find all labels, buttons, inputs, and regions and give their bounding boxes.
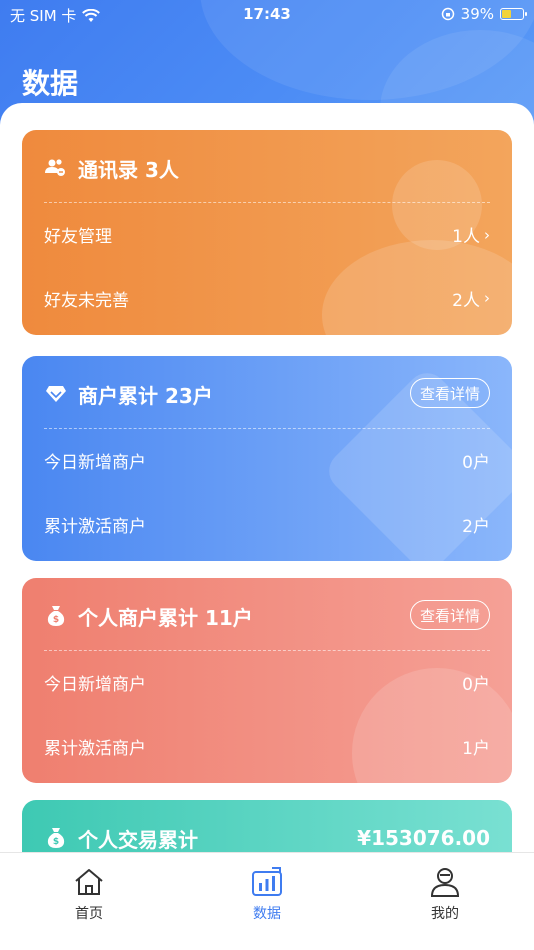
diamond-icon: [44, 382, 68, 406]
row-label: 今日新增商户: [44, 675, 146, 695]
row-label: 今日新增商户: [44, 453, 146, 473]
content-panel: 通讯录 3人 好友管理 1人 › 好友未完善 2人 › 商户累计 23户 查看详…: [0, 103, 534, 863]
view-details-button[interactable]: 查看详情: [409, 378, 490, 408]
tab-profile[interactable]: 我的: [356, 853, 534, 950]
card-title: 通讯录 3人: [78, 157, 179, 182]
row-value: 2户: [462, 516, 490, 537]
tab-label: 我的: [431, 906, 459, 922]
new-merchants-today-row: 今日新增商户 0户: [44, 650, 490, 714]
svg-text:$: $: [53, 837, 59, 847]
friends-incomplete-row[interactable]: 好友未完善 2人 ›: [44, 266, 490, 330]
status-bar: 无 SIM 卡 17:43 39%: [0, 0, 534, 28]
contacts-icon: [44, 156, 68, 180]
chevron-right-icon: ›: [484, 289, 490, 307]
battery-fill: [502, 10, 511, 18]
merchants-card: 商户累计 23户 查看详情 今日新增商户 0户 累计激活商户 2户: [22, 356, 512, 561]
svg-text:$: $: [53, 615, 59, 625]
row-label: 累计激活商户: [44, 516, 146, 537]
tab-label: 首页: [75, 906, 103, 922]
activated-merchants-row: 累计激活商户 1户: [44, 714, 490, 778]
money-bag-icon: $: [44, 826, 68, 850]
row-value: 0户: [462, 675, 490, 695]
rotation-lock-icon: [441, 7, 454, 21]
row-value: 1人: [452, 227, 480, 247]
chevron-right-icon: ›: [484, 225, 490, 244]
row-label: 累计激活商户: [44, 738, 146, 759]
row-value: 0户: [462, 453, 490, 473]
row-value: 1户: [462, 738, 490, 759]
tab-label: 数据: [253, 906, 281, 922]
profile-icon: [430, 868, 460, 897]
row-label: 好友未完善: [44, 290, 129, 311]
new-merchants-today-row: 今日新增商户 0户: [44, 428, 490, 492]
activated-merchants-row: 累计激活商户 2户: [44, 492, 490, 556]
home-icon: [75, 869, 103, 895]
chart-icon: [252, 867, 282, 896]
page-title: 数据: [22, 67, 79, 100]
contacts-card[interactable]: 通讯录 3人 好友管理 1人 › 好友未完善 2人 ›: [22, 130, 512, 335]
money-bag-icon: $: [44, 604, 68, 628]
card-title: 个人交易累计: [78, 827, 198, 852]
card-title: 商户累计 23户: [78, 383, 213, 408]
battery-icon: [500, 8, 527, 20]
tab-bar: 首页 数据 我的: [0, 852, 534, 950]
row-value: 2人: [452, 290, 480, 311]
battery-percent: 39%: [460, 5, 494, 23]
transaction-amount: ¥153076.00: [357, 826, 490, 850]
friend-management-row[interactable]: 好友管理 1人 ›: [44, 202, 490, 266]
tab-home[interactable]: 首页: [0, 853, 178, 950]
row-label: 好友管理: [44, 227, 112, 247]
view-details-button[interactable]: 查看详情: [409, 600, 490, 630]
tab-data[interactable]: 数据: [178, 853, 356, 950]
card-title: 个人商户累计 11户: [78, 605, 253, 630]
personal-merchants-card: $ 个人商户累计 11户 查看详情 今日新增商户 0户 累计激活商户 1户: [22, 578, 512, 783]
